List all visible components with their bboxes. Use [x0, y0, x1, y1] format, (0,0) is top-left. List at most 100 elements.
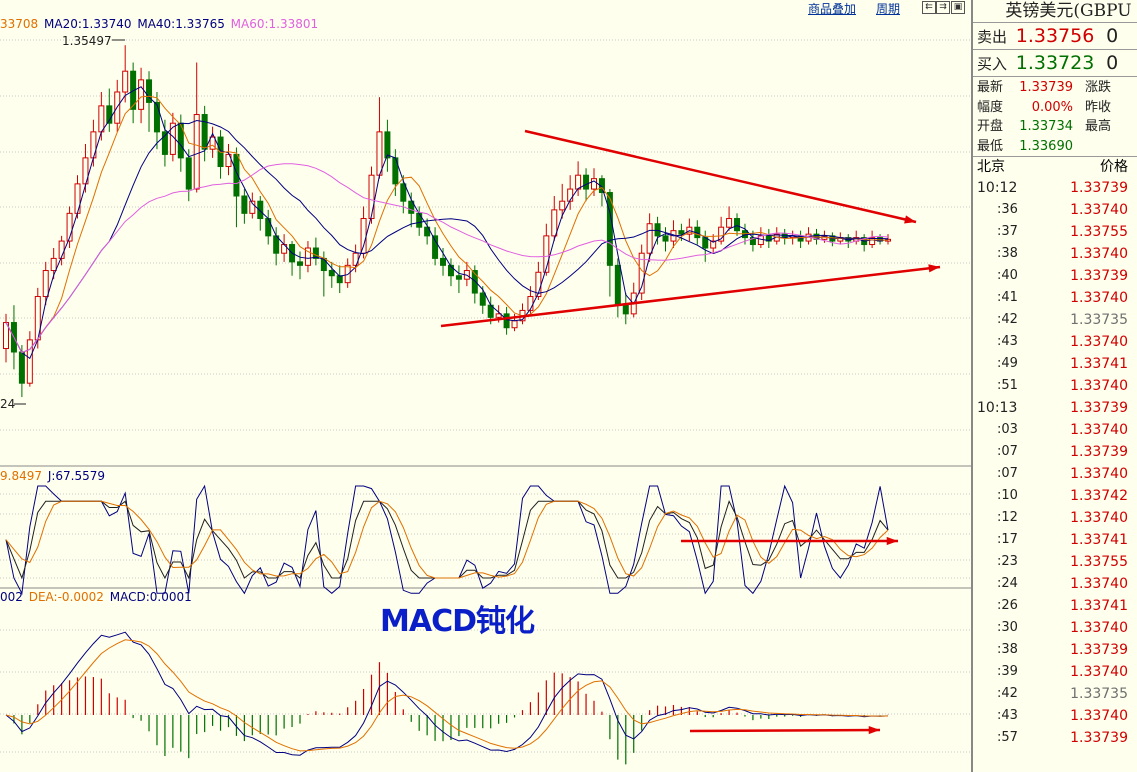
- tick-price: 1.33739: [1070, 180, 1128, 196]
- candle-up: [138, 79, 145, 110]
- buy-price: 1.33723: [1015, 52, 1095, 74]
- tick-time: :23: [997, 554, 1018, 569]
- candle-down: [153, 101, 160, 133]
- tick-price: 1.33740: [1070, 466, 1128, 482]
- ma-legend-item: 33708: [0, 17, 39, 31]
- tick-time: :37: [997, 224, 1018, 239]
- candle-down: [503, 313, 510, 329]
- stat-label: 幅度: [977, 99, 1004, 115]
- candle-up: [360, 218, 367, 254]
- candle-up: [575, 174, 582, 190]
- kdj-flat-arrow-head: [886, 536, 898, 546]
- ma-legend-item: MA40:1.33765: [137, 17, 225, 31]
- stat-label-2: 涨跌: [1085, 80, 1112, 95]
- buy-label: 买入: [977, 55, 1008, 73]
- tick-price: 1.33740: [1070, 620, 1128, 636]
- tick-row: :07 1.33740: [973, 463, 1137, 485]
- tick-time: :41: [997, 290, 1018, 305]
- candle-down: [614, 264, 621, 306]
- candle-down: [400, 183, 407, 202]
- tick-row: :36 1.33740: [973, 199, 1137, 221]
- tick-time: :38: [997, 246, 1018, 261]
- ticks-header-price: 价格: [1100, 159, 1128, 175]
- expand-icon[interactable]: ▣: [951, 1, 965, 14]
- macd-legend-item: MACD:0.0001: [109, 590, 192, 604]
- candle-up: [50, 257, 57, 272]
- tick-row: :51 1.33740: [973, 375, 1137, 397]
- stat-row: 最低 1.33690: [973, 137, 1137, 157]
- tick-row: :17 1.33741: [973, 529, 1137, 551]
- chart-area[interactable]: 33708 MA20:1.33740 MA40:1.33765 MA60:1.3…: [0, 0, 972, 772]
- tick-row: :42 1.33735: [973, 683, 1137, 705]
- overlay-link[interactable]: 商品叠加: [808, 0, 856, 16]
- tick-row: :38 1.33740: [973, 243, 1137, 265]
- candle-up: [591, 178, 597, 190]
- tick-price: 1.33740: [1070, 664, 1128, 680]
- stat-label: 开盘: [977, 119, 1004, 134]
- ticks-header: 北京 价格: [973, 157, 1137, 177]
- candle-down: [265, 218, 272, 237]
- candle-down: [734, 218, 741, 232]
- stat-row: 最新 1.33739 涨跌: [973, 78, 1137, 98]
- tick-price: 1.33740: [1070, 290, 1128, 306]
- candle-up: [551, 209, 558, 237]
- tick-time: :07: [997, 444, 1018, 459]
- tick-price: 1.33739: [1070, 730, 1128, 746]
- tick-price: 1.33735: [1070, 686, 1128, 702]
- tick-row: :12 1.33740: [973, 507, 1137, 529]
- high-price-label: 1.35497: [62, 34, 112, 48]
- tick-price: 1.33739: [1070, 400, 1128, 416]
- tick-price: 1.33741: [1070, 598, 1128, 614]
- tick-row: 10:13 1.33739: [973, 397, 1137, 419]
- ma-legend-item: MA60:1.33801: [230, 17, 319, 31]
- candle-down: [241, 195, 248, 214]
- candle-up: [193, 114, 200, 190]
- candle-down: [662, 235, 669, 242]
- tick-row: :38 1.33739: [973, 639, 1137, 661]
- support-trend-arrow: [440, 265, 941, 328]
- stat-label-2: 昨收: [1085, 99, 1112, 115]
- stat-value: 1.33739: [1019, 80, 1073, 95]
- tick-time: :43: [997, 334, 1018, 349]
- buy-volume: 0: [1106, 52, 1119, 74]
- candle-down: [654, 223, 661, 237]
- tick-price: 1.33740: [1070, 334, 1128, 350]
- tick-time: :07: [997, 466, 1018, 481]
- arrows-right-icon[interactable]: ⇉: [936, 1, 950, 14]
- chart-svg: [0, 0, 972, 772]
- tick-price: 1.33740: [1070, 422, 1128, 438]
- stat-value: 1.33690: [1019, 138, 1073, 154]
- candle-down: [297, 261, 303, 266]
- tick-time: :36: [997, 202, 1018, 217]
- kdj-k-line: [5, 499, 889, 580]
- tick-row: :42 1.33735: [973, 309, 1137, 331]
- stat-label-2: 最高: [1085, 119, 1112, 134]
- tick-price: 1.33739: [1070, 444, 1128, 460]
- tick-time: :10: [997, 488, 1018, 503]
- candle-up: [74, 183, 81, 214]
- tick-row: :57 1.33739: [973, 727, 1137, 749]
- candle-up: [559, 200, 566, 211]
- candle-down: [384, 131, 391, 159]
- stat-row: 开盘 1.33734 最高: [973, 117, 1137, 137]
- tick-price: 1.33755: [1070, 554, 1128, 570]
- arrows-left-icon[interactable]: ⇇: [922, 1, 936, 14]
- macd-legend: 002 DEA:-0.0002 MACD:0.0001: [0, 590, 192, 604]
- tick-time: :24: [997, 576, 1018, 591]
- ticks-list[interactable]: 10:12 1.33739:36 1.33740:37 1.33755:38 1.337…: [973, 177, 1137, 749]
- sell-row: 卖出 1.33756 0: [973, 23, 1137, 50]
- tick-time: :42: [997, 686, 1018, 701]
- candle-down: [328, 270, 335, 277]
- tick-time: :42: [997, 312, 1018, 327]
- tick-row: :41 1.33740: [973, 287, 1137, 309]
- tick-price: 1.33740: [1070, 246, 1128, 262]
- tick-row: :07 1.33739: [973, 441, 1137, 463]
- kdj-legend: 9.8497 J:67.5579: [0, 469, 105, 483]
- candle-down: [455, 275, 462, 280]
- sell-label: 卖出: [977, 28, 1008, 46]
- candle-down: [416, 212, 423, 228]
- period-link[interactable]: 周期: [876, 0, 900, 16]
- tick-row: :26 1.33741: [973, 595, 1137, 617]
- sell-price: 1.33756: [1015, 25, 1095, 47]
- macd-legend-item: DEA:-0.0002: [28, 590, 104, 604]
